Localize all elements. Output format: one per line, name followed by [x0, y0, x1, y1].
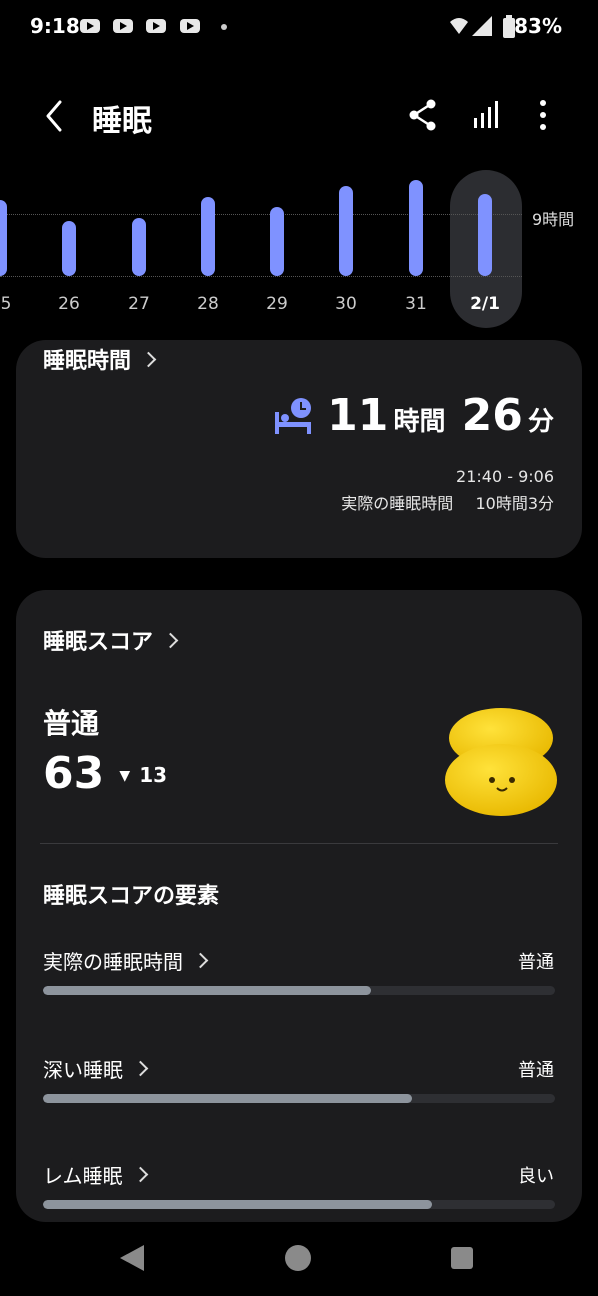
score-rating: 普通 [43, 707, 100, 740]
day-label[interactable]: 26 [49, 294, 89, 314]
sleep-time-title[interactable]: 睡眠時間 [43, 343, 157, 375]
sleep-duration: 11 時間 26 分 [327, 390, 554, 441]
sleep-bar[interactable] [0, 200, 7, 276]
factor-rating: 良い [518, 1166, 554, 1187]
hours-value: 11 [327, 390, 389, 441]
back-arrow-icon[interactable] [40, 98, 68, 134]
factor-label-text: 深い睡眠 [43, 1058, 123, 1082]
status-time: 9:18 [30, 14, 80, 38]
nav-back-icon[interactable] [120, 1245, 144, 1271]
sleep-bar[interactable] [270, 206, 284, 276]
share-icon[interactable] [405, 96, 441, 134]
day-label[interactable]: 31 [396, 294, 436, 314]
hours-unit: 時間 [393, 407, 446, 437]
divider [40, 843, 558, 844]
factor-label-text: レム睡眠 [43, 1164, 123, 1188]
sleep-bar[interactable] [339, 186, 353, 276]
stats-icon[interactable] [468, 96, 504, 134]
factor-rating: 普通 [518, 952, 554, 973]
youtube-icon [80, 19, 100, 33]
page-title: 睡眠 [92, 104, 152, 139]
factor-progress-fill [43, 1094, 412, 1103]
day-label[interactable]: 27 [119, 294, 159, 314]
youtube-icon [180, 19, 200, 33]
sleep-score-card: 睡眠スコア 普通 63 ▼ 13 睡眠スコアの要素 [16, 590, 582, 1222]
factor-progress-bar [43, 986, 555, 995]
battery-percent: 83% [514, 14, 562, 38]
sleep-range: 21:40 - 9:06 [456, 467, 554, 486]
target-line [0, 214, 522, 215]
nav-recent-icon[interactable] [451, 1247, 473, 1269]
notification-dot-icon [221, 24, 227, 30]
day-label[interactable]: 30 [326, 294, 366, 314]
actual-sleep-label: 実際の睡眠時間 [341, 494, 454, 513]
score-value: 63 [43, 748, 105, 799]
factor-label-text: 実際の睡眠時間 [43, 950, 183, 974]
sleep-bar[interactable] [62, 221, 76, 276]
factor-label[interactable]: レム睡眠 [43, 1160, 148, 1189]
more-vert-icon[interactable] [525, 96, 561, 134]
chevron-right-icon [162, 632, 179, 648]
factor-label[interactable]: 深い睡眠 [43, 1054, 149, 1083]
factor-label[interactable]: 実際の睡眠時間 [43, 946, 209, 975]
youtube-icon [113, 19, 133, 33]
axis-label: 9時間 [532, 210, 575, 229]
factor-progress-fill [43, 1200, 433, 1209]
factor-progress-fill [43, 986, 371, 995]
minutes-unit: 分 [527, 407, 554, 437]
baseline-line [0, 276, 522, 277]
minutes-value: 26 [461, 390, 523, 441]
day-label[interactable]: 29 [257, 294, 297, 314]
chevron-right-icon [192, 952, 209, 969]
chevron-right-icon [132, 1166, 148, 1183]
factor-progress-bar [43, 1200, 555, 1209]
sleep-time-title-text: 睡眠時間 [43, 349, 132, 374]
sleep-time-card[interactable]: 睡眠時間 11 時間 26 分 21:40 - 9:06 実際の睡眠時間 10時… [16, 340, 582, 558]
sleep-score-title-text: 睡眠スコア [43, 630, 154, 655]
chevron-right-icon [132, 1060, 149, 1077]
nav-home-icon[interactable] [285, 1245, 311, 1271]
sleep-bar[interactable] [409, 179, 423, 276]
actual-sleep-row: 実際の睡眠時間 10時間3分 [341, 490, 554, 514]
score-delta: 13 [139, 763, 168, 787]
chevron-right-icon [140, 351, 157, 367]
sleep-bar[interactable] [201, 196, 215, 276]
youtube-icon [146, 19, 166, 33]
sleep-bar[interactable] [132, 218, 146, 276]
factors-title: 睡眠スコアの要素 [43, 884, 220, 909]
score-row: 63 ▼ 13 [43, 748, 167, 799]
sleep-score-title[interactable]: 睡眠スコア [43, 624, 179, 656]
factor-progress-bar [43, 1094, 555, 1103]
actual-sleep-value: 10時間3分 [475, 494, 554, 513]
day-label[interactable]: 2/1 [465, 294, 505, 314]
sleep-bar[interactable] [478, 193, 492, 276]
down-triangle-icon: ▼ [119, 768, 131, 784]
factor-rating: 普通 [518, 1060, 554, 1081]
bed-clock-icon [275, 398, 311, 434]
wifi-signal-icon [450, 16, 492, 36]
day-label[interactable]: 5 [0, 294, 26, 314]
sleep-mascot-icon [445, 708, 557, 816]
day-label[interactable]: 28 [188, 294, 228, 314]
